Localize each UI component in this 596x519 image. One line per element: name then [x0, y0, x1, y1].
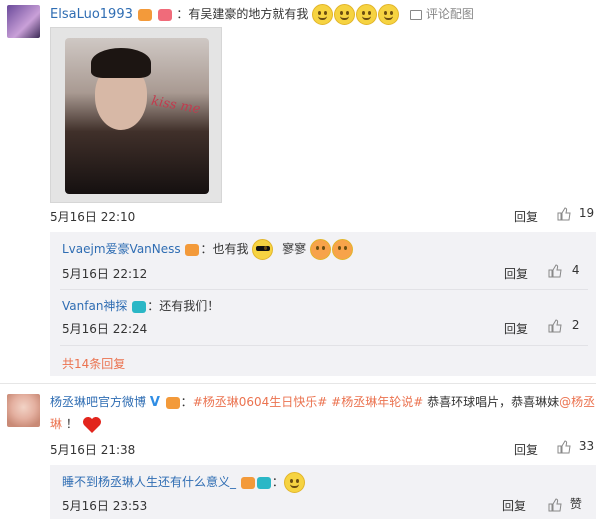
vip-crown-icon [137, 8, 152, 21]
thumbs-up-icon [548, 497, 562, 511]
thumbs-up-icon [548, 263, 562, 277]
reply-button[interactable]: 回复 [502, 497, 526, 514]
separator: ： [200, 242, 213, 256]
like-count: 4 [571, 263, 580, 277]
like-count: 2 [571, 318, 580, 332]
comment-body: 有吴建豪的地方就有我 [188, 7, 309, 21]
shocked-emoji-icon [332, 239, 354, 260]
comment-image[interactable]: kiss me [50, 27, 222, 203]
verified-v-icon: V [149, 394, 160, 410]
reply-button[interactable]: 回复 [514, 441, 538, 458]
separator: ： [147, 299, 160, 313]
like-button[interactable]: 33 [557, 439, 594, 454]
vip-crown-icon [165, 396, 180, 409]
like-count: 33 [578, 439, 595, 453]
separator: ： [180, 395, 193, 409]
reply-date: 5月16日 22:12 [62, 267, 148, 281]
comment-username[interactable]: 杨丞琳吧官方微博 [50, 395, 146, 409]
like-button[interactable]: 2 [548, 318, 579, 333]
thumbs-up-icon [557, 439, 571, 453]
smile-emoji-icon [312, 4, 334, 25]
reply-date: 5月16日 22:24 [62, 322, 148, 336]
shocked-emoji-icon [310, 239, 332, 260]
reply-text-extra: 寥寥 [282, 242, 307, 256]
divider [60, 289, 588, 290]
relieved-emoji-icon [283, 472, 305, 493]
reply-text: 还有我们！ [159, 299, 220, 313]
avatar-elsaluo[interactable] [7, 5, 40, 38]
reply-line: Lvaejm爱豪VanNess ：也有我 寥寥 [62, 238, 354, 260]
smile-emoji-icon [334, 4, 356, 25]
divider [60, 345, 588, 346]
hashtag-link[interactable]: #杨丞琳0604生日快乐# [193, 395, 328, 409]
comment-date: 5月16日 21:38 [50, 443, 136, 457]
reply-username[interactable]: Vanfan神探 [62, 299, 127, 313]
like-button[interactable]: 赞 [548, 495, 582, 512]
camera-member-icon [256, 476, 271, 489]
smile-emoji-icon [378, 4, 400, 25]
reply-button[interactable]: 回复 [514, 208, 538, 225]
photo-hair [91, 48, 151, 78]
reply-button[interactable]: 回复 [504, 320, 528, 337]
comment-body-end: ！ [65, 417, 78, 431]
comment-body: 恭喜环球唱片，恭喜琳妹 [427, 395, 560, 409]
smile-emoji-icon [356, 4, 378, 25]
reply-username[interactable]: 睡不到杨丞琳人生还有什么意义_ [62, 475, 236, 489]
avatar-yangchenglin[interactable] [7, 394, 40, 427]
separator: ： [271, 475, 284, 489]
cool-sunglasses-emoji-icon [252, 239, 274, 260]
reply-button[interactable]: 回复 [504, 265, 528, 282]
divider [0, 383, 596, 384]
comment-picture-link[interactable]: 评论配图 [426, 7, 474, 21]
reply-line: Vanfan神探 ：还有我们！ [62, 296, 219, 316]
reply-text: 也有我 [212, 242, 249, 256]
comment-date: 5月16日 22:10 [50, 210, 136, 224]
separator: ： [176, 7, 189, 21]
vip-crown-icon [240, 476, 255, 489]
thumbs-up-icon [557, 206, 571, 220]
reply-line: 睡不到杨丞琳人生还有什么意义_ ： [62, 471, 306, 493]
picture-icon [410, 9, 423, 20]
view-all-replies-link[interactable]: 共14条回复 [62, 355, 125, 372]
comment-username[interactable]: ElsaLuo1993 [50, 7, 133, 22]
reply-username[interactable]: Lvaejm爱豪VanNess [62, 242, 181, 256]
camera-member-icon [132, 300, 147, 313]
comment-text-line: ElsaLuo1993 ：有吴建豪的地方就有我 评论配图 [50, 4, 596, 25]
like-button[interactable]: 4 [548, 263, 579, 278]
like-count: 19 [578, 206, 595, 220]
vip-crown-icon [185, 243, 200, 256]
reply-date: 5月16日 23:53 [62, 499, 148, 513]
hashtag-link[interactable]: #杨丞琳年轮说# [331, 395, 423, 409]
member-icon [157, 8, 172, 21]
like-label: 赞 [569, 497, 582, 511]
thumbs-up-icon [548, 318, 562, 332]
comment-text-block: 杨丞琳吧官方微博 V ：#杨丞琳0604生日快乐# #杨丞琳年轮说# 恭喜环球唱… [50, 391, 596, 435]
heart-icon [82, 416, 101, 433]
like-button[interactable]: 19 [557, 206, 594, 221]
